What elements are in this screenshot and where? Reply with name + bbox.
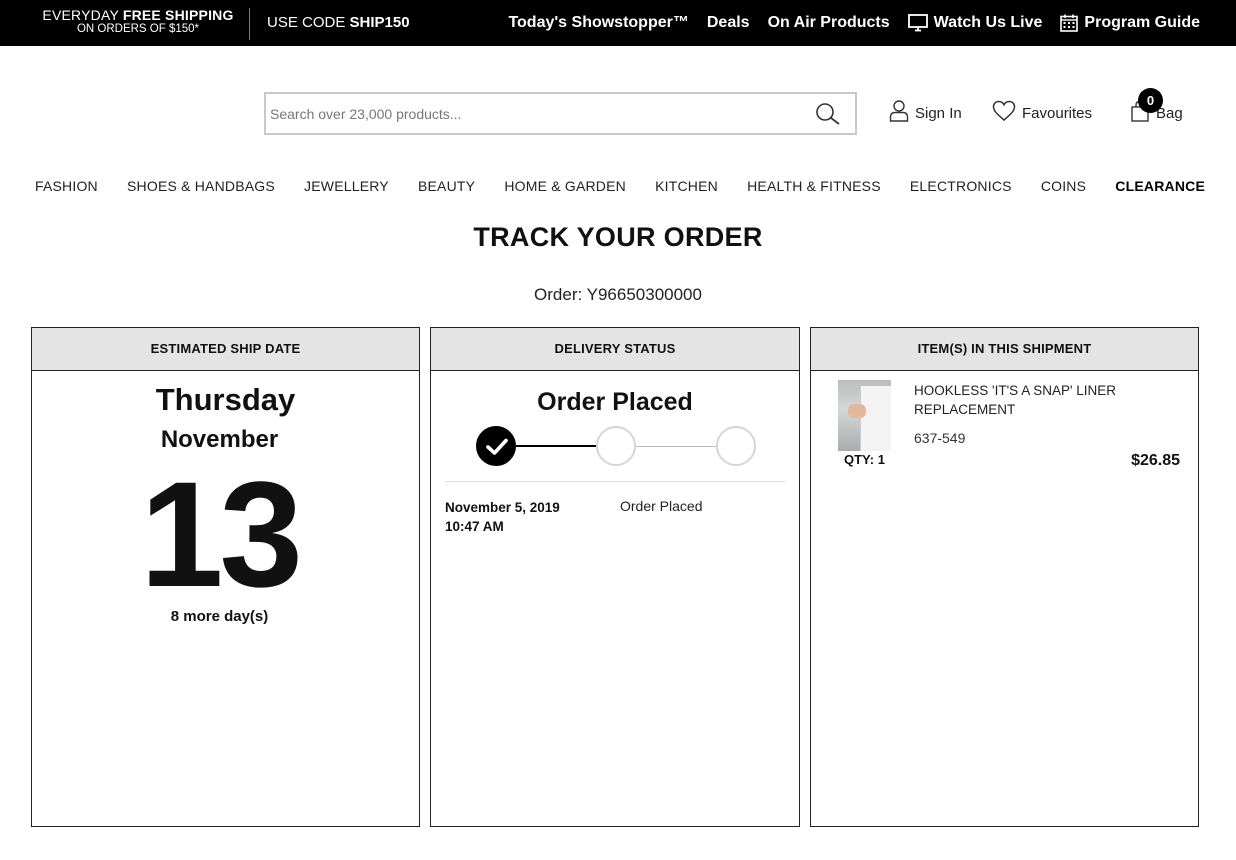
shipment-items-header: ITEM(S) IN THIS SHIPMENT [811, 328, 1198, 371]
event-datetime: November 5, 2019 10:47 AM [445, 498, 560, 536]
category-home-garden[interactable]: HOME & GARDEN [504, 178, 626, 194]
category-clearance[interactable]: CLEARANCE [1115, 178, 1205, 194]
delivery-status-header: DELIVERY STATUS [431, 328, 799, 371]
promo-code-value: SHIP150 [349, 14, 410, 31]
step-order-placed [476, 426, 516, 466]
order-number: Order: Y96650300000 [534, 285, 702, 304]
calendar-icon [1060, 14, 1079, 32]
promo-line1-strong: FREE SHIPPING [122, 7, 234, 23]
heart-icon [992, 100, 1016, 126]
search-icon[interactable] [815, 102, 841, 131]
ship-day-number: 13 [140, 450, 303, 618]
sign-in-label: Sign In [915, 104, 962, 122]
top-nav-deals[interactable]: Deals [707, 14, 750, 32]
event-time: 10:47 AM [445, 519, 504, 534]
favourites-link[interactable]: Favourites [992, 100, 1092, 126]
top-nav-program-guide[interactable]: Program Guide [1060, 14, 1200, 32]
item-quantity: QTY: 1 [844, 452, 885, 467]
ship-date-header: ESTIMATED SHIP DATE [32, 328, 419, 371]
top-nav: Today's Showstopper™ Deals On Air Produc… [508, 0, 1200, 46]
category-nav: FASHION SHOES & HANDBAGS JEWELLERY BEAUT… [35, 178, 1205, 194]
delivery-status-panel: DELIVERY STATUS Order Placed November 5,… [430, 327, 800, 827]
promo-divider [249, 8, 250, 40]
bag-count-badge: 0 [1138, 88, 1163, 113]
category-kitchen[interactable]: KITCHEN [655, 178, 718, 194]
event-status: Order Placed [620, 498, 703, 514]
promo-code: USE CODE SHIP150 [267, 14, 410, 31]
product-thumbnail[interactable] [838, 380, 891, 451]
top-nav-label: Deals [706, 14, 750, 31]
status-divider [445, 481, 785, 482]
top-nav-label: On Air Products [767, 14, 890, 31]
category-beauty[interactable]: BEAUTY [418, 178, 475, 194]
event-date: November 5, 2019 [445, 500, 560, 515]
category-jewellery[interactable]: JEWELLERY [304, 178, 389, 194]
ship-date-panel: ESTIMATED SHIP DATE Thursday November 13… [31, 327, 420, 827]
search-box [264, 92, 857, 135]
progress-line-pending [636, 446, 716, 447]
top-nav-on-air-products[interactable]: On Air Products [768, 14, 890, 32]
top-nav-showstopper[interactable]: Today's Showstopper™ [508, 14, 688, 32]
free-shipping-promo[interactable]: EVERYDAY FREE SHIPPING ON ORDERS OF $150… [28, 8, 248, 36]
search-input[interactable] [270, 98, 800, 129]
promo-code-prefix: USE CODE [267, 14, 350, 31]
favourites-label: Favourites [1022, 104, 1093, 122]
promo-bar: EVERYDAY FREE SHIPPING ON ORDERS OF $150… [0, 0, 1236, 46]
days-remaining: 8 more day(s) [170, 608, 269, 625]
item-name[interactable]: HOOKLESS 'IT'S A SNAP' LINER REPLACEMENT [914, 381, 1154, 419]
category-electronics[interactable]: ELECTRONICS [910, 178, 1012, 194]
category-health-fitness[interactable]: HEALTH & FITNESS [747, 178, 881, 194]
status-progress [476, 426, 756, 468]
progress-line-done [516, 445, 596, 447]
top-nav-label: Today's Showstopper™ [508, 14, 689, 31]
sign-in-link[interactable]: Sign In [889, 100, 962, 126]
promo-line1-prefix: EVERYDAY [42, 7, 123, 23]
current-status: Order Placed [537, 388, 693, 416]
page-title: TRACK YOUR ORDER [473, 222, 763, 252]
tv-icon [907, 14, 928, 32]
step-shipped [596, 426, 636, 466]
category-coins[interactable]: COINS [1041, 178, 1086, 194]
category-shoes-handbags[interactable]: SHOES & HANDBAGS [127, 178, 275, 194]
item-price: $26.85 [1131, 452, 1180, 469]
item-sku: 637-549 [914, 430, 966, 446]
promo-line2: ON ORDERS OF $150* [76, 23, 200, 35]
top-nav-label: Program Guide [1084, 14, 1200, 31]
top-nav-label: Watch Us Live [933, 14, 1043, 31]
category-fashion[interactable]: FASHION [35, 178, 98, 194]
step-delivered [716, 426, 756, 466]
user-icon [889, 100, 909, 126]
top-nav-watch-us-live[interactable]: Watch Us Live [907, 14, 1043, 32]
shipment-items-panel: ITEM(S) IN THIS SHIPMENT QTY: 1 HOOKLESS… [810, 327, 1199, 827]
ship-weekday: Thursday [155, 382, 296, 417]
